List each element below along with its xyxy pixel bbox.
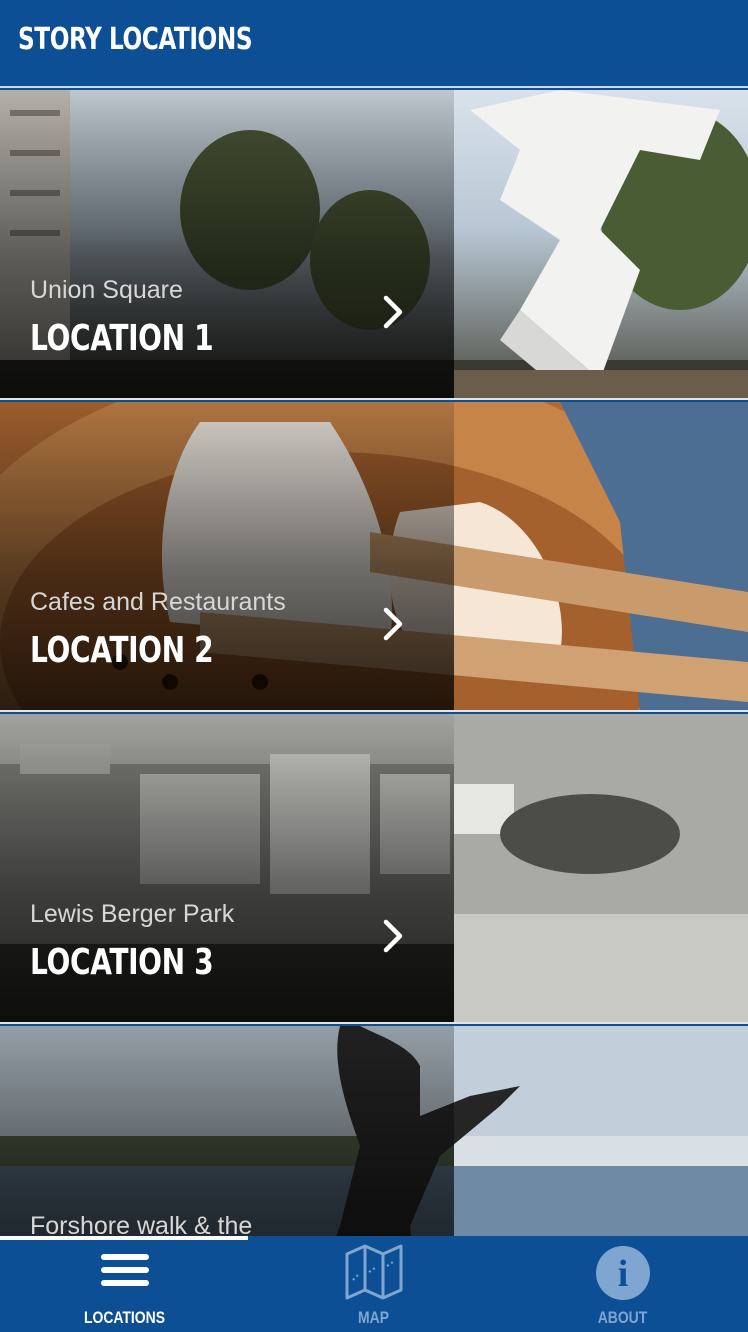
location-label: LOCATION 3 xyxy=(30,942,214,983)
tab-map[interactable]: MAP xyxy=(249,1236,498,1332)
location-card-3[interactable]: Lewis Berger Park LOCATION 3 xyxy=(0,714,748,1024)
svg-text:i: i xyxy=(617,1253,628,1295)
app-header: STORY LOCATIONS xyxy=(0,0,748,88)
location-card-1[interactable]: Union Square LOCATION 1 xyxy=(0,90,748,400)
location-label: LOCATION 2 xyxy=(30,630,214,671)
info-icon: i xyxy=(595,1246,650,1300)
tab-label: MAP xyxy=(358,1308,389,1327)
chevron-right-icon xyxy=(383,295,403,329)
tab-label: LOCATIONS xyxy=(83,1308,166,1327)
location-subtitle: Cafes and Restaurants xyxy=(30,588,286,616)
bottom-tab-bar: LOCATIONS MAP i ABOUT xyxy=(0,1236,748,1332)
location-subtitle: Forshore walk & the xyxy=(30,1212,253,1236)
chevron-right-icon xyxy=(383,607,403,641)
tab-label: ABOUT xyxy=(597,1308,648,1327)
locations-list[interactable]: Union Square LOCATION 1 Cafes and Restau… xyxy=(0,90,748,1236)
location-card-2[interactable]: Cafes and Restaurants LOCATION 2 xyxy=(0,402,748,712)
location-card-4[interactable]: Forshore walk & the xyxy=(0,1026,748,1236)
chevron-right-icon xyxy=(383,919,403,953)
map-icon xyxy=(345,1244,402,1300)
location-subtitle: Lewis Berger Park xyxy=(30,900,235,928)
location-label: LOCATION 1 xyxy=(30,318,214,359)
menu-icon xyxy=(100,1254,149,1286)
tab-locations[interactable]: LOCATIONS xyxy=(0,1236,249,1332)
text-overlay xyxy=(0,1026,454,1236)
location-subtitle: Union Square xyxy=(30,276,183,304)
tab-about[interactable]: i ABOUT xyxy=(498,1236,747,1332)
page-title: STORY LOCATIONS xyxy=(18,22,253,57)
